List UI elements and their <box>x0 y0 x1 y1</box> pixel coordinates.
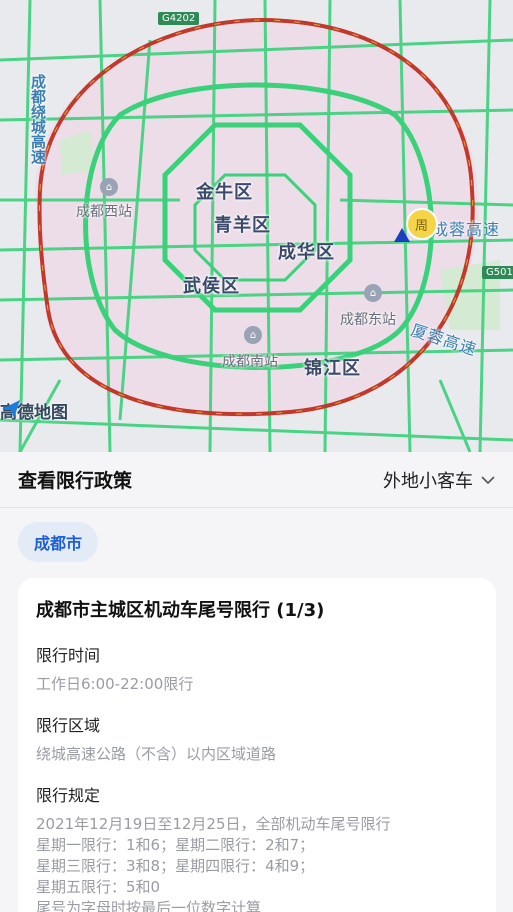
district-label-jinjiang[interactable]: 锦江区 <box>304 354 361 380</box>
highway-shield-g4202: G4202 <box>158 12 200 25</box>
train-station-icon: ⌂ <box>100 178 118 196</box>
rule-line: 尾号为字母时按最后一位数字计算 <box>36 899 262 912</box>
rule-line: 星期五限行：5和0 <box>36 878 161 896</box>
station-label-chengdu-west[interactable]: 成都西站 <box>76 201 132 221</box>
time-value: 工作日6:00-22:00限行 <box>36 675 194 693</box>
area-value: 绕城高速公路（不含）以内区域道路 <box>36 745 277 763</box>
map-view[interactable]: G4202 G5013 成都绕城高速 金牛区 青羊区 成华区 武侯区 锦江区 ⌂… <box>0 0 513 452</box>
amap-logo-icon <box>2 400 20 418</box>
area-label: 限行区域 <box>36 716 101 735</box>
sheet-header: 查看限行政策 外地小客车 <box>0 452 513 508</box>
road-label-ring-expressway: 成都绕城高速 <box>29 74 47 164</box>
time-label: 限行时间 <box>36 646 101 665</box>
highway-shield-g5013: G5013 <box>482 266 513 279</box>
district-label-jinniu[interactable]: 金牛区 <box>196 178 253 204</box>
chevron-down-icon <box>481 475 495 484</box>
vehicle-type-value: 外地小客车 <box>383 470 473 492</box>
district-label-wuhou[interactable]: 武侯区 <box>183 272 240 298</box>
rules-list: 2021年12月19日至12月25日，全部机动车尾号限行 星期一限行：1和6；星… <box>36 814 478 912</box>
restriction-policy-sheet: 查看限行政策 外地小客车 成都市 成都市主城区机动车尾号限行 (1/3) 限行时… <box>0 452 513 912</box>
station-label-chengdu-east[interactable]: 成都东站 <box>340 309 396 329</box>
rule-line: 星期一限行：1和6；星期二限行：2和7； <box>36 836 315 854</box>
rule-line: 星期三限行：3和8；星期四限行：4和9； <box>36 857 315 875</box>
district-label-qingyang[interactable]: 青羊区 <box>214 211 271 237</box>
vehicle-type-dropdown[interactable]: 外地小客车 <box>383 467 495 493</box>
amap-logo: 高德地图 <box>0 398 68 423</box>
marker-badge-label: 周 <box>415 219 429 234</box>
city-chip-chengdu[interactable]: 成都市 <box>18 522 99 562</box>
card-title: 成都市主城区机动车尾号限行 (1/3) <box>36 600 325 621</box>
district-label-chenghua[interactable]: 成华区 <box>278 238 335 264</box>
rules-label: 限行规定 <box>36 786 101 805</box>
restriction-card[interactable]: 成都市主城区机动车尾号限行 (1/3) 限行时间 工作日6:00-22:00限行… <box>18 578 496 912</box>
train-station-icon: ⌂ <box>244 326 262 344</box>
current-location-marker[interactable]: 周 <box>392 204 444 248</box>
station-label-chengdu-south[interactable]: 成都南站 <box>222 351 278 371</box>
rule-line: 2021年12月19日至12月25日，全部机动车尾号限行 <box>36 815 391 833</box>
sheet-title: 查看限行政策 <box>18 470 133 492</box>
train-station-icon: ⌂ <box>364 284 382 302</box>
